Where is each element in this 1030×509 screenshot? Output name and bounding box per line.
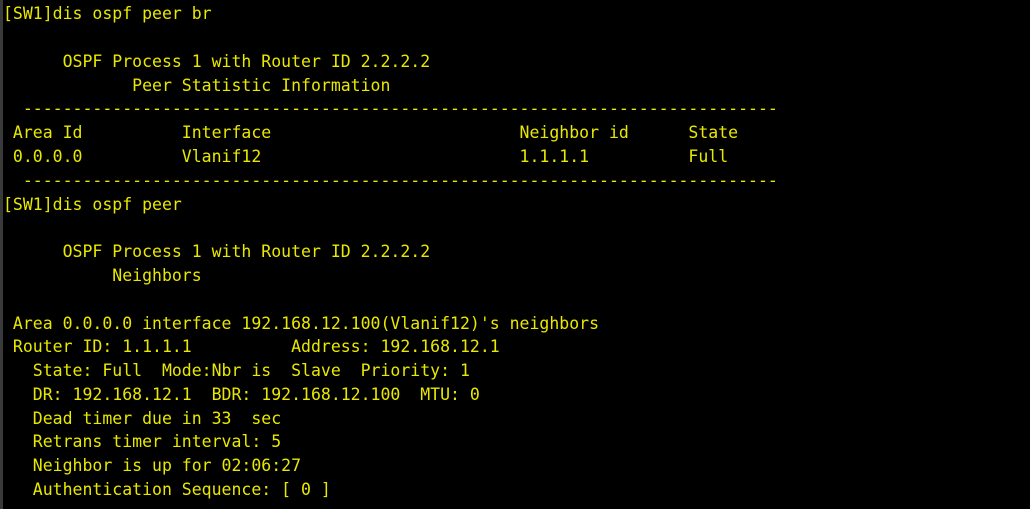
dr-bdr-line: DR: 192.168.12.1 BDR: 192.168.12.100 MTU… [3, 385, 480, 404]
terminal-window[interactable]: [SW1]dis ospf peer br OSPF Process 1 wit… [0, 0, 1030, 509]
dead-timer-line: Dead timer due in 33 sec [3, 409, 282, 428]
separator-line: ----------------------------------------… [3, 171, 778, 190]
section-title: Neighbors [3, 266, 202, 285]
auth-sequence-line: Authentication Sequence: [ 0 ] [3, 480, 331, 499]
retrans-timer-line: Retrans timer interval: 5 [3, 432, 282, 451]
process-header: OSPF Process 1 with Router ID 2.2.2.2 [3, 242, 431, 261]
section-title: Peer Statistic Information [3, 76, 391, 95]
separator-line: ----------------------------------------… [3, 99, 778, 118]
uptime-line: Neighbor is up for 02:06:27 [3, 456, 302, 475]
command-line: [SW1]dis ospf peer [3, 195, 182, 214]
state-line: State: Full Mode:Nbr is Slave Priority: … [3, 361, 470, 380]
router-id-line: Router ID: 1.1.1.1 Address: 192.168.12.1 [3, 337, 500, 356]
area-interface-line: Area 0.0.0.0 interface 192.168.12.100(Vl… [3, 314, 600, 333]
table-header: Area Id Interface Neighbor id State [3, 123, 739, 142]
table-row: 0.0.0.0 Vlanif12 1.1.1.1 Full [3, 147, 729, 166]
process-header: OSPF Process 1 with Router ID 2.2.2.2 [3, 52, 431, 71]
command-line: [SW1]dis ospf peer br [3, 4, 212, 23]
